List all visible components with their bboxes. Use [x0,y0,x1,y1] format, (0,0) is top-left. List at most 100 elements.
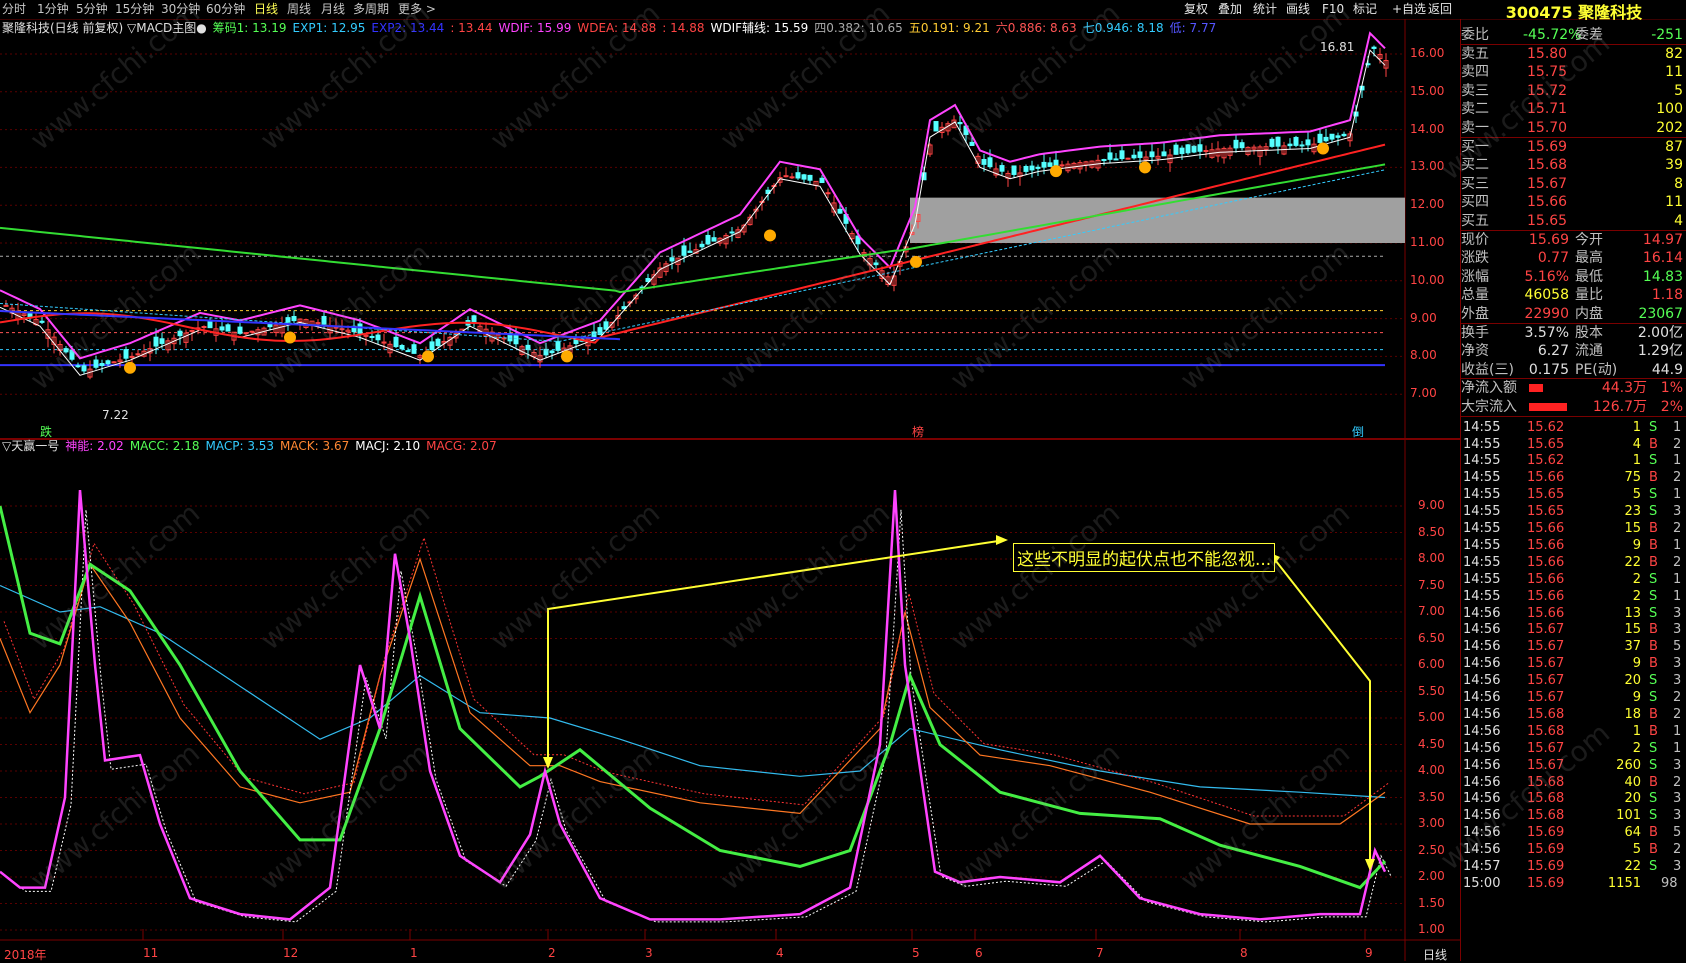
main-legend-title[interactable]: 聚隆科技(日线 前复权) ▽MACD主图● [2,21,207,35]
candle-body [129,355,135,358]
indicator-legend-title[interactable]: ▽天赢一号 [2,439,59,453]
tick-time: 14:55 [1463,419,1501,435]
indicator-tick-label: 3.00 [1418,816,1445,830]
price-tick-label: 12.00 [1410,197,1445,212]
period-tab[interactable]: 1分钟 [37,1,69,18]
tick-count: 1 [1673,723,1682,739]
tick-count: 3 [1673,808,1682,824]
quote-row: 买三 15.67 8 [1461,175,1686,193]
tick-volume: 5 [1632,487,1641,503]
tick-row: 14:55 15.65 4 B 2 [1461,436,1686,454]
quote-row: 大宗流入 126.7万 2% [1461,398,1686,416]
tick-time: 14:55 [1463,470,1501,486]
tick-direction: B [1649,622,1658,638]
tick-volume: 9 [1632,656,1641,672]
period-tab[interactable]: 多周期 [353,1,389,18]
candle-body [75,365,81,368]
date-tick-label: 6 [975,946,983,960]
flow-bar [1529,403,1567,411]
tick-price: 15.69 [1527,875,1565,891]
candle-body [159,338,165,344]
indicator-tick-label: 1.00 [1418,922,1445,936]
main-legend-item: EXP2: 13.44 [371,21,445,35]
indicator-legend-item: 神能: 2.02 [65,439,124,453]
tick-row: 14:55 15.65 5 S 1 [1461,486,1686,504]
flow-pct: 2% [1660,399,1683,415]
tick-direction: B [1649,774,1658,790]
period-tab[interactable]: 周线 [287,1,311,18]
period-tab[interactable]: 日线 [254,1,278,18]
period-tab[interactable]: 分时 [2,1,26,18]
indicator-tick-label: 7.50 [1418,577,1445,592]
tick-price: 15.69 [1527,859,1565,874]
candle-body [1239,142,1245,149]
tick-direction: B [1649,706,1658,722]
tick-row: 14:56 15.66 13 S 3 [1461,605,1686,623]
fund-label: PE(动) [1575,361,1618,378]
toolbar-button[interactable]: 统计 [1253,1,1277,18]
quote-value: 1.18 [1651,287,1683,304]
tick-count: 3 [1673,504,1682,520]
candle-body [981,158,987,165]
toolbar-button[interactable]: F10 [1322,1,1344,18]
toolbar-button[interactable]: 返回 [1428,1,1452,18]
panel-separator [1461,415,1686,417]
toolbar-button[interactable]: 画线 [1286,1,1310,18]
period-tab[interactable]: 5分钟 [76,1,108,18]
toolbar-button[interactable]: +自选 [1392,1,1426,18]
chart-area[interactable]: 聚隆科技(日线 前复权) ▽MACD主图● 筹码1: 13.19 EXP1: 12.… [0,19,1460,963]
indicator-legend-item: MACC: 2.18 [129,439,200,453]
tick-volume: 20 [1624,791,1641,807]
tick-direction: S [1649,605,1658,621]
tick-volume: 4 [1632,436,1641,452]
tick-volume: 1 [1632,453,1641,469]
tick-time: 14:57 [1463,859,1501,874]
toolbar-button[interactable]: 叠加 [1218,1,1242,18]
period-tab[interactable]: 15分钟 [115,1,154,18]
quote-row: 委比 -45.72% 委差 -251 [1461,26,1686,44]
candle-body [555,341,561,351]
period-tab[interactable]: 月线 [321,1,345,18]
tick-count: 1 [1673,537,1682,553]
tick-volume: 64 [1624,825,1641,841]
ask-price: 15.71 [1527,101,1568,118]
tick-row: 15:00 15.69 1151 98 [1461,875,1686,893]
buy-signal-dot [1317,142,1329,155]
indicator-legend-item: MACP: 3.53 [205,439,275,453]
candle-body [729,231,735,234]
chart-canvas[interactable] [0,19,1460,961]
ask-volume: 202 [1656,120,1683,136]
tick-time: 14:56 [1463,622,1501,638]
toolbar-button[interactable]: 复权 [1184,1,1208,18]
candle-body [933,121,939,132]
toolbar-button[interactable]: 标记 [1353,1,1377,18]
tick-direction: S [1649,740,1658,756]
tick-volume: 18 [1624,706,1641,722]
candle-body [1023,166,1029,172]
fund-label: 股本 [1575,324,1603,341]
ask-volume: 5 [1674,82,1683,99]
price-tick-label: 9.00 [1410,310,1437,325]
quote-value: 22990 [1524,306,1569,322]
axis-corner-label[interactable]: 日线 [1423,946,1447,963]
buy-signal-dot [124,361,136,374]
period-tab[interactable]: 30分钟 [161,1,200,18]
period-tab[interactable]: 60分钟 [206,1,245,18]
tick-volume: 5 [1632,842,1641,858]
quote-row: 换手 3.57% 股本 2.00亿 [1461,324,1686,342]
date-tick-label: 9 [1365,946,1373,960]
tick-volume: 75 [1624,470,1641,486]
main-legend-item: EXP1: 12.95 [292,21,366,35]
candle-body [1173,144,1179,155]
period-tab[interactable]: 更多 > [398,1,436,18]
tick-row: 14:55 15.66 22 B 2 [1461,554,1686,572]
fund-value: 0.175 [1528,361,1569,378]
candle-body [711,237,717,242]
candle-body [1197,144,1203,152]
tick-count: 1 [1673,740,1682,756]
tick-time: 14:55 [1463,453,1501,469]
indicator-tick-label: 3.50 [1418,789,1445,804]
date-tick-label: 8 [1240,946,1248,960]
tick-volume: 22 [1624,554,1641,570]
macg-line [3,536,1390,817]
